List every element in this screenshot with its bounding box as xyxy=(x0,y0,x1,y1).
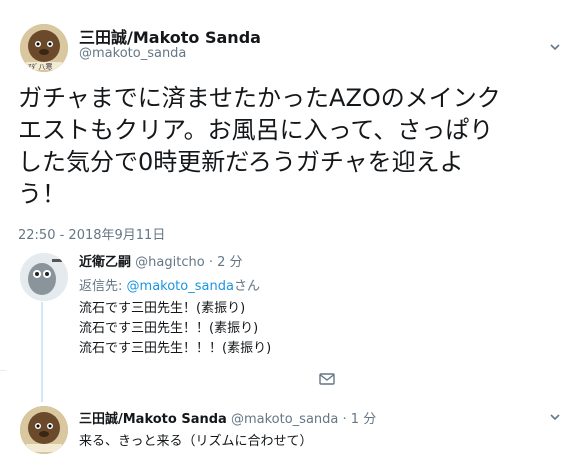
reply-1-handle[interactable]: @hagitcho xyxy=(135,255,205,270)
main-text-line: した気分で0時更新だろうガチャを迎えよ xyxy=(18,148,464,176)
avatar-caption: ｱﾀﾞ八寒 xyxy=(28,63,53,71)
reply-1-time[interactable]: 2 分 xyxy=(217,255,242,270)
reply-to-label: 返信先: xyxy=(79,279,123,294)
reply-1-header: 近衛乙嗣 @hagitcho · 2 分 xyxy=(79,251,243,270)
main-timestamp[interactable]: 22:50 - 2018年9月11日 xyxy=(18,224,165,243)
reply-2-display-name[interactable]: 三田誠/Makoto Sanda xyxy=(79,412,227,427)
reply-1-replying-to: 返信先: @makoto_sandaさん xyxy=(79,275,260,294)
thread-connector xyxy=(41,302,43,402)
reply-2-handle[interactable]: @makoto_sanda xyxy=(231,412,338,427)
reply-2-header: 三田誠/Makoto Sanda @makoto_sanda · 1 分 xyxy=(79,408,376,427)
reply-1-display-name[interactable]: 近衛乙嗣 xyxy=(79,255,131,270)
main-text-line: う！ xyxy=(18,180,66,208)
avatar-main[interactable]: ｱﾀﾞ八寒 xyxy=(20,24,68,72)
reply-1-line: 流石です三田先生！！！(素振り) xyxy=(79,341,272,356)
envelope-icon[interactable] xyxy=(319,372,335,386)
main-text-line: エストもクリア。お風呂に入って、さっぱり xyxy=(18,116,494,144)
reply-to-suffix: さん xyxy=(233,279,260,294)
reply-2-text: 来る、きっと来る（リズムに合わせて） xyxy=(79,434,313,449)
main-tweet-text: ガチャまでに済ませたかったAZOのメインク エストもクリア。お風呂に入って、さっ… xyxy=(18,82,501,210)
avatar-reply-2[interactable] xyxy=(20,406,68,454)
chevron-down-icon[interactable] xyxy=(548,40,562,54)
reply-to-handle-link[interactable]: @makoto_sanda xyxy=(127,279,234,294)
chevron-down-icon[interactable] xyxy=(548,410,562,424)
main-text-line: ガチャまでに済ませたかったAZOのメインク xyxy=(18,84,501,112)
reply-1-text: 流石です三田先生！(素振り) 流石です三田先生！！(素振り) 流石です三田先生！… xyxy=(79,299,271,359)
reply-1-separator: · xyxy=(208,255,213,270)
main-handle[interactable]: @makoto_sanda xyxy=(79,46,186,61)
reply-2-time[interactable]: 1 分 xyxy=(351,412,376,427)
reply-1-line: 流石です三田先生！！(素振り) xyxy=(79,321,259,336)
avatar-reply-1[interactable] xyxy=(20,253,68,301)
reply-2-separator: · xyxy=(342,412,347,427)
main-display-name[interactable]: 三田誠/Makoto Sanda xyxy=(79,24,261,48)
left-divider xyxy=(0,370,6,371)
reply-1-line: 流石です三田先生！(素振り) xyxy=(79,301,246,316)
